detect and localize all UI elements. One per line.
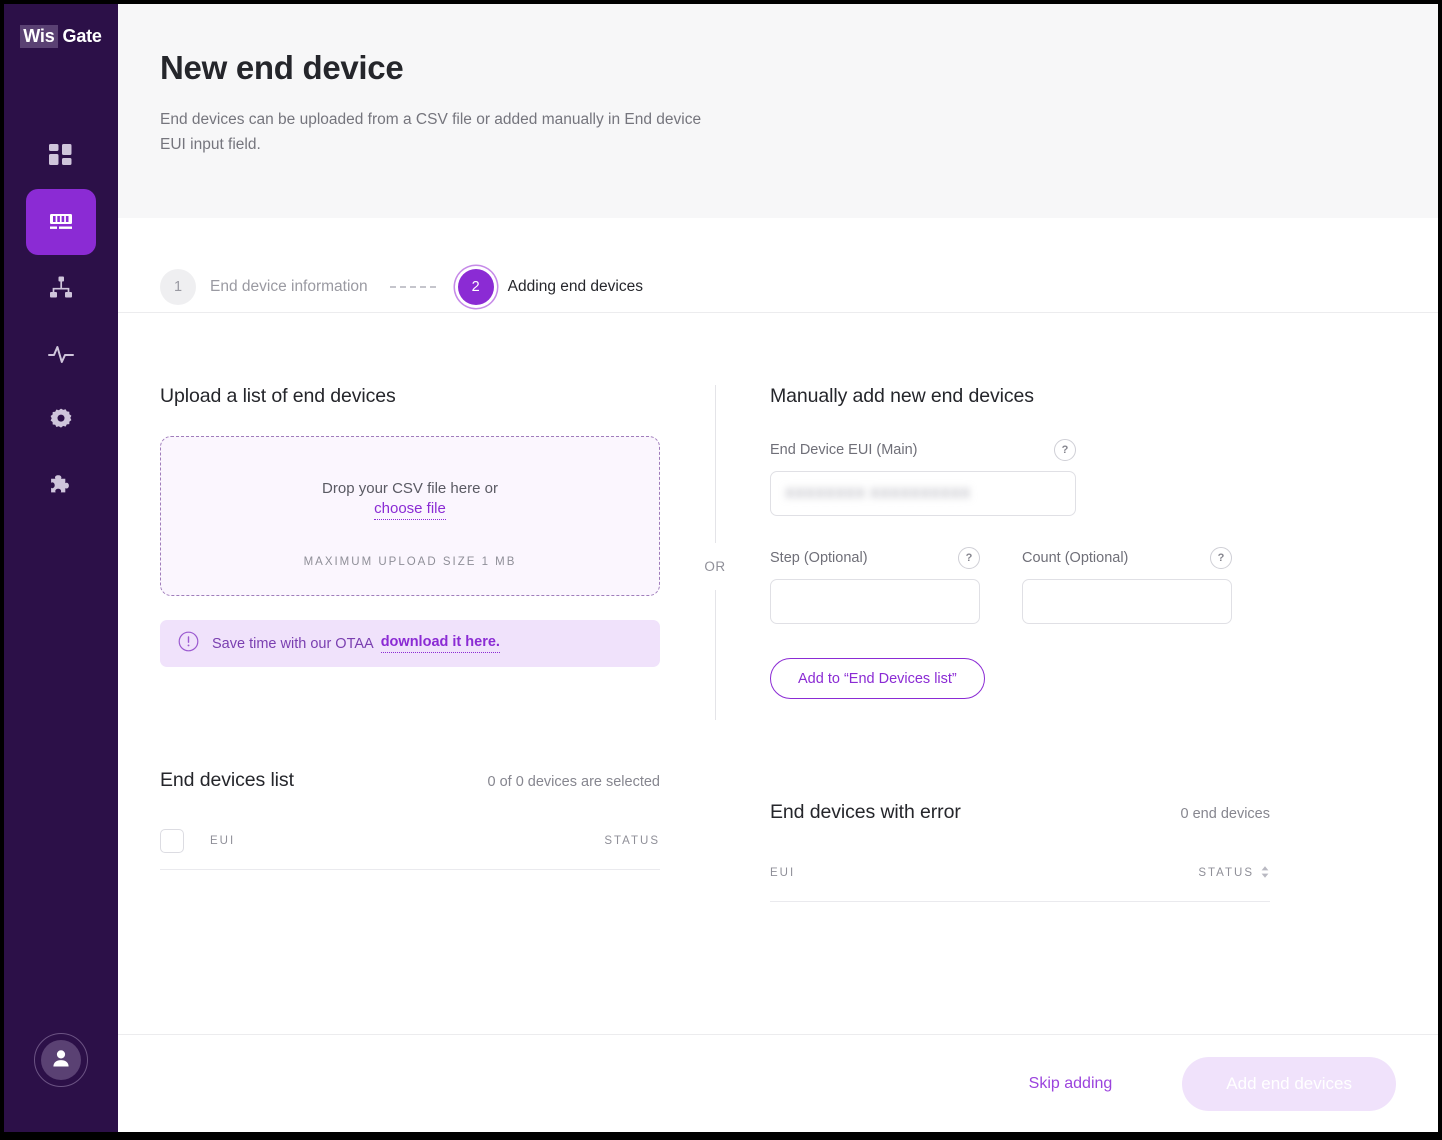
network-icon xyxy=(48,275,74,301)
question-mark-icon[interactable]: ? xyxy=(1054,439,1076,461)
upload-column: Upload a list of end devices Drop your C… xyxy=(160,313,660,1034)
manual-column: Manually add new end devices End Device … xyxy=(770,313,1396,1034)
puzzle-icon xyxy=(48,473,74,499)
stepper-connector xyxy=(389,286,436,288)
sort-arrows-icon xyxy=(1260,865,1270,882)
sidebar-item-activity[interactable] xyxy=(26,321,96,387)
or-divider-line-bottom xyxy=(714,590,716,720)
main-area: New end device End devices can be upload… xyxy=(118,4,1438,1132)
step-field: Step (Optional) ? xyxy=(770,547,980,624)
count-field-label: Count (Optional) xyxy=(1022,550,1129,566)
application-window: Wis Gate New end device End devices can … xyxy=(4,4,1438,1132)
eui-input[interactable]: XXXXXXXX XXXXXXXXXX xyxy=(770,471,1076,516)
end-devices-error-table-header: EUI STATUS xyxy=(770,857,1270,902)
end-devices-table-header: EUI STATUS xyxy=(160,825,660,870)
question-mark-icon[interactable]: ? xyxy=(1210,547,1232,569)
brand-logo[interactable]: Wis Gate xyxy=(20,23,102,49)
end-devices-error-title: End devices with error xyxy=(770,801,961,823)
end-devices-error-count: 0 end devices xyxy=(1180,806,1270,822)
eui-input-value: XXXXXXXX XXXXXXXXXX xyxy=(785,485,971,502)
exclamation-circle-icon xyxy=(178,631,199,657)
sidebar-item-network[interactable] xyxy=(26,255,96,321)
end-devices-list-header: End devices list 0 of 0 devices are sele… xyxy=(160,769,660,792)
page-header: New end device End devices can be upload… xyxy=(118,4,1438,218)
step-count-row: Step (Optional) ? Count (Optional) ? xyxy=(770,547,1396,624)
add-end-devices-button[interactable]: Add end devices xyxy=(1182,1056,1396,1111)
gear-icon xyxy=(48,407,74,433)
user-avatar-icon xyxy=(50,1047,72,1074)
or-divider-line-top xyxy=(714,385,716,543)
user-avatar-button[interactable] xyxy=(34,1033,88,1087)
eui-field: End Device EUI (Main) ? XXXXXXXX XXXXXXX… xyxy=(770,439,1076,516)
stepper-step-2-number: 2 xyxy=(457,269,494,305)
stepper-step-2-label: Adding end devices xyxy=(507,278,643,295)
brand-logo-gate: Gate xyxy=(62,26,102,46)
stepper-step-2[interactable]: 2 Adding end devices xyxy=(457,269,643,305)
or-divider-label: OR xyxy=(704,559,726,574)
add-to-end-devices-list-button[interactable]: Add to “End Devices list” xyxy=(770,658,985,699)
column-header-status[interactable]: STATUS xyxy=(604,835,660,847)
csv-dropzone[interactable]: Drop your CSV file here or choose file M… xyxy=(160,436,660,596)
devices-icon xyxy=(47,210,75,234)
step-input[interactable] xyxy=(770,579,980,624)
count-field: Count (Optional) ? xyxy=(1022,547,1232,624)
brand-logo-wis: Wis xyxy=(20,24,58,48)
sidebar-item-dashboard[interactable] xyxy=(26,123,96,189)
end-devices-list-block: End devices list 0 of 0 devices are sele… xyxy=(160,769,660,870)
or-divider: OR xyxy=(660,313,770,1034)
stepper-step-1[interactable]: 1 End device information xyxy=(160,269,368,305)
sidebar: Wis Gate xyxy=(4,4,118,1132)
eui-field-label: End Device EUI (Main) xyxy=(770,442,918,458)
stepper: 1 End device information 2 Adding end de… xyxy=(118,218,1438,313)
dashboard-icon xyxy=(48,143,74,169)
end-devices-error-header: End devices with error 0 end devices xyxy=(770,801,1270,824)
stepper-step-1-label: End device information xyxy=(210,278,368,295)
skip-adding-button[interactable]: Skip adding xyxy=(1029,1075,1113,1093)
error-column-header-eui: EUI xyxy=(770,867,796,879)
page-title: New end device xyxy=(160,49,404,86)
end-devices-error-block: End devices with error 0 end devices EUI… xyxy=(770,801,1270,902)
count-input[interactable] xyxy=(1022,579,1232,624)
sidebar-item-plugins[interactable] xyxy=(26,453,96,519)
sidebar-nav xyxy=(26,123,96,519)
manual-section-title: Manually add new end devices xyxy=(770,385,1034,407)
activity-icon xyxy=(47,342,75,366)
avatar xyxy=(41,1040,81,1080)
end-devices-selected-count: 0 of 0 devices are selected xyxy=(487,774,661,790)
select-all-checkbox[interactable] xyxy=(160,829,184,853)
otaa-download-link[interactable]: download it here. xyxy=(380,634,500,653)
column-header-eui: EUI xyxy=(210,835,236,847)
choose-file-link[interactable]: choose file xyxy=(374,500,446,520)
page-footer: Skip adding Add end devices xyxy=(118,1034,1438,1132)
end-devices-list-title: End devices list xyxy=(160,769,294,791)
column-header-status-label: STATUS xyxy=(604,835,660,847)
question-mark-icon[interactable]: ? xyxy=(958,547,980,569)
otaa-banner-text: Save time with our OTAA xyxy=(212,635,374,652)
max-upload-size-note: MAXIMUM UPLOAD SIZE 1 MB xyxy=(303,556,517,568)
upload-section-title: Upload a list of end devices xyxy=(160,385,396,407)
stepper-step-1-number: 1 xyxy=(160,269,196,305)
otaa-banner: Save time with our OTAA download it here… xyxy=(160,620,660,667)
error-column-header-status-label: STATUS xyxy=(1198,867,1254,879)
page-subtitle: End devices can be uploaded from a CSV f… xyxy=(160,111,702,153)
sidebar-item-devices[interactable] xyxy=(26,189,96,255)
dropzone-instruction: Drop your CSV file here or xyxy=(322,480,498,497)
sidebar-item-settings[interactable] xyxy=(26,387,96,453)
error-column-header-status[interactable]: STATUS xyxy=(1198,865,1270,882)
step-field-label: Step (Optional) xyxy=(770,550,868,566)
content-area: Upload a list of end devices Drop your C… xyxy=(118,313,1438,1034)
